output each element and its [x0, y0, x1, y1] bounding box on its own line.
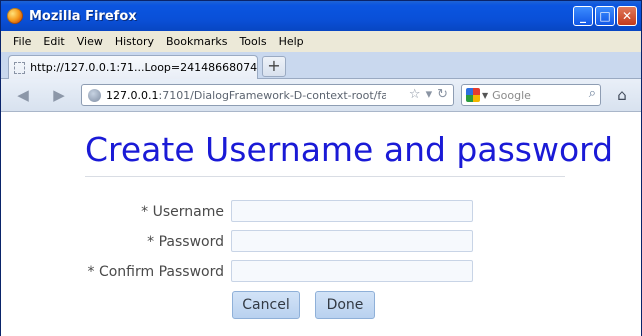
- maximize-button[interactable]: □: [595, 6, 615, 26]
- url-dropdown-icon[interactable]: ▾: [426, 87, 433, 102]
- back-icon[interactable]: ◀: [13, 86, 33, 104]
- minimize-button[interactable]: _: [573, 6, 593, 26]
- url-actions: ☆ ▾ ↻: [409, 87, 448, 102]
- password-label: * Password: [147, 234, 224, 250]
- tab-strip: http://127.0.0.1:71...Loop=2414866807457…: [1, 52, 641, 79]
- menu-edit[interactable]: Edit: [43, 35, 64, 48]
- close-button[interactable]: ✕: [617, 6, 637, 26]
- forward-icon[interactable]: ▶: [49, 86, 69, 104]
- username-label: * Username: [141, 204, 224, 220]
- page-favicon-icon: [14, 61, 26, 74]
- menu-bar: File Edit View History Bookmarks Tools H…: [1, 31, 641, 52]
- search-engine-dropdown-icon[interactable]: ▼: [482, 91, 488, 100]
- search-box[interactable]: ▼ Google ⌕: [461, 84, 601, 106]
- site-identity-icon[interactable]: [88, 88, 101, 102]
- home-icon[interactable]: ⌂: [612, 86, 632, 104]
- address-bar[interactable]: 127.0.0.1:7101/DialogFramework-D-context…: [81, 84, 454, 106]
- tab-title: http://127.0.0.1:71...Loop=2414866807457…: [30, 61, 257, 74]
- reload-icon[interactable]: ↻: [437, 87, 448, 102]
- active-tab[interactable]: http://127.0.0.1:71...Loop=2414866807457…: [8, 55, 258, 79]
- new-tab-button[interactable]: +: [262, 56, 286, 77]
- firefox-logo-icon: [7, 8, 23, 24]
- password-field[interactable]: [231, 230, 473, 252]
- navigation-toolbar: ◀ ▶ 127.0.0.1:7101/DialogFramework-D-con…: [1, 79, 641, 112]
- menu-help[interactable]: Help: [279, 35, 304, 48]
- confirm-password-label: * Confirm Password: [87, 264, 224, 280]
- username-field[interactable]: [231, 200, 473, 222]
- url-host: 127.0.0.1: [106, 88, 159, 102]
- cancel-button[interactable]: Cancel: [232, 291, 300, 319]
- url-path: :7101/DialogFramework-D-context-root/fac…: [158, 88, 386, 102]
- password-row: * Password: [1, 230, 641, 254]
- page-content: Create Username and password * Username …: [1, 112, 641, 336]
- title-bar: Mozilla Firefox _ □ ✕: [1, 1, 641, 31]
- menu-file[interactable]: File: [13, 35, 31, 48]
- bookmark-star-icon[interactable]: ☆: [409, 87, 421, 102]
- confirm-password-row: * Confirm Password: [1, 260, 641, 284]
- title-divider: [85, 176, 565, 177]
- search-icon[interactable]: ⌕: [589, 86, 596, 101]
- page-title: Create Username and password: [85, 130, 614, 169]
- menu-bookmarks[interactable]: Bookmarks: [166, 35, 227, 48]
- google-icon[interactable]: [466, 88, 480, 102]
- username-row: * Username: [1, 200, 641, 224]
- menu-view[interactable]: View: [77, 35, 103, 48]
- browser-window: Mozilla Firefox _ □ ✕ File Edit View His…: [0, 0, 642, 336]
- menu-tools[interactable]: Tools: [239, 35, 266, 48]
- menu-history[interactable]: History: [115, 35, 154, 48]
- window-title: Mozilla Firefox: [29, 8, 137, 24]
- search-placeholder: Google: [492, 88, 531, 102]
- confirm-password-field[interactable]: [231, 260, 473, 282]
- url-text[interactable]: 127.0.0.1:7101/DialogFramework-D-context…: [106, 89, 386, 102]
- done-button[interactable]: Done: [315, 291, 375, 319]
- window-controls: _ □ ✕: [573, 6, 637, 26]
